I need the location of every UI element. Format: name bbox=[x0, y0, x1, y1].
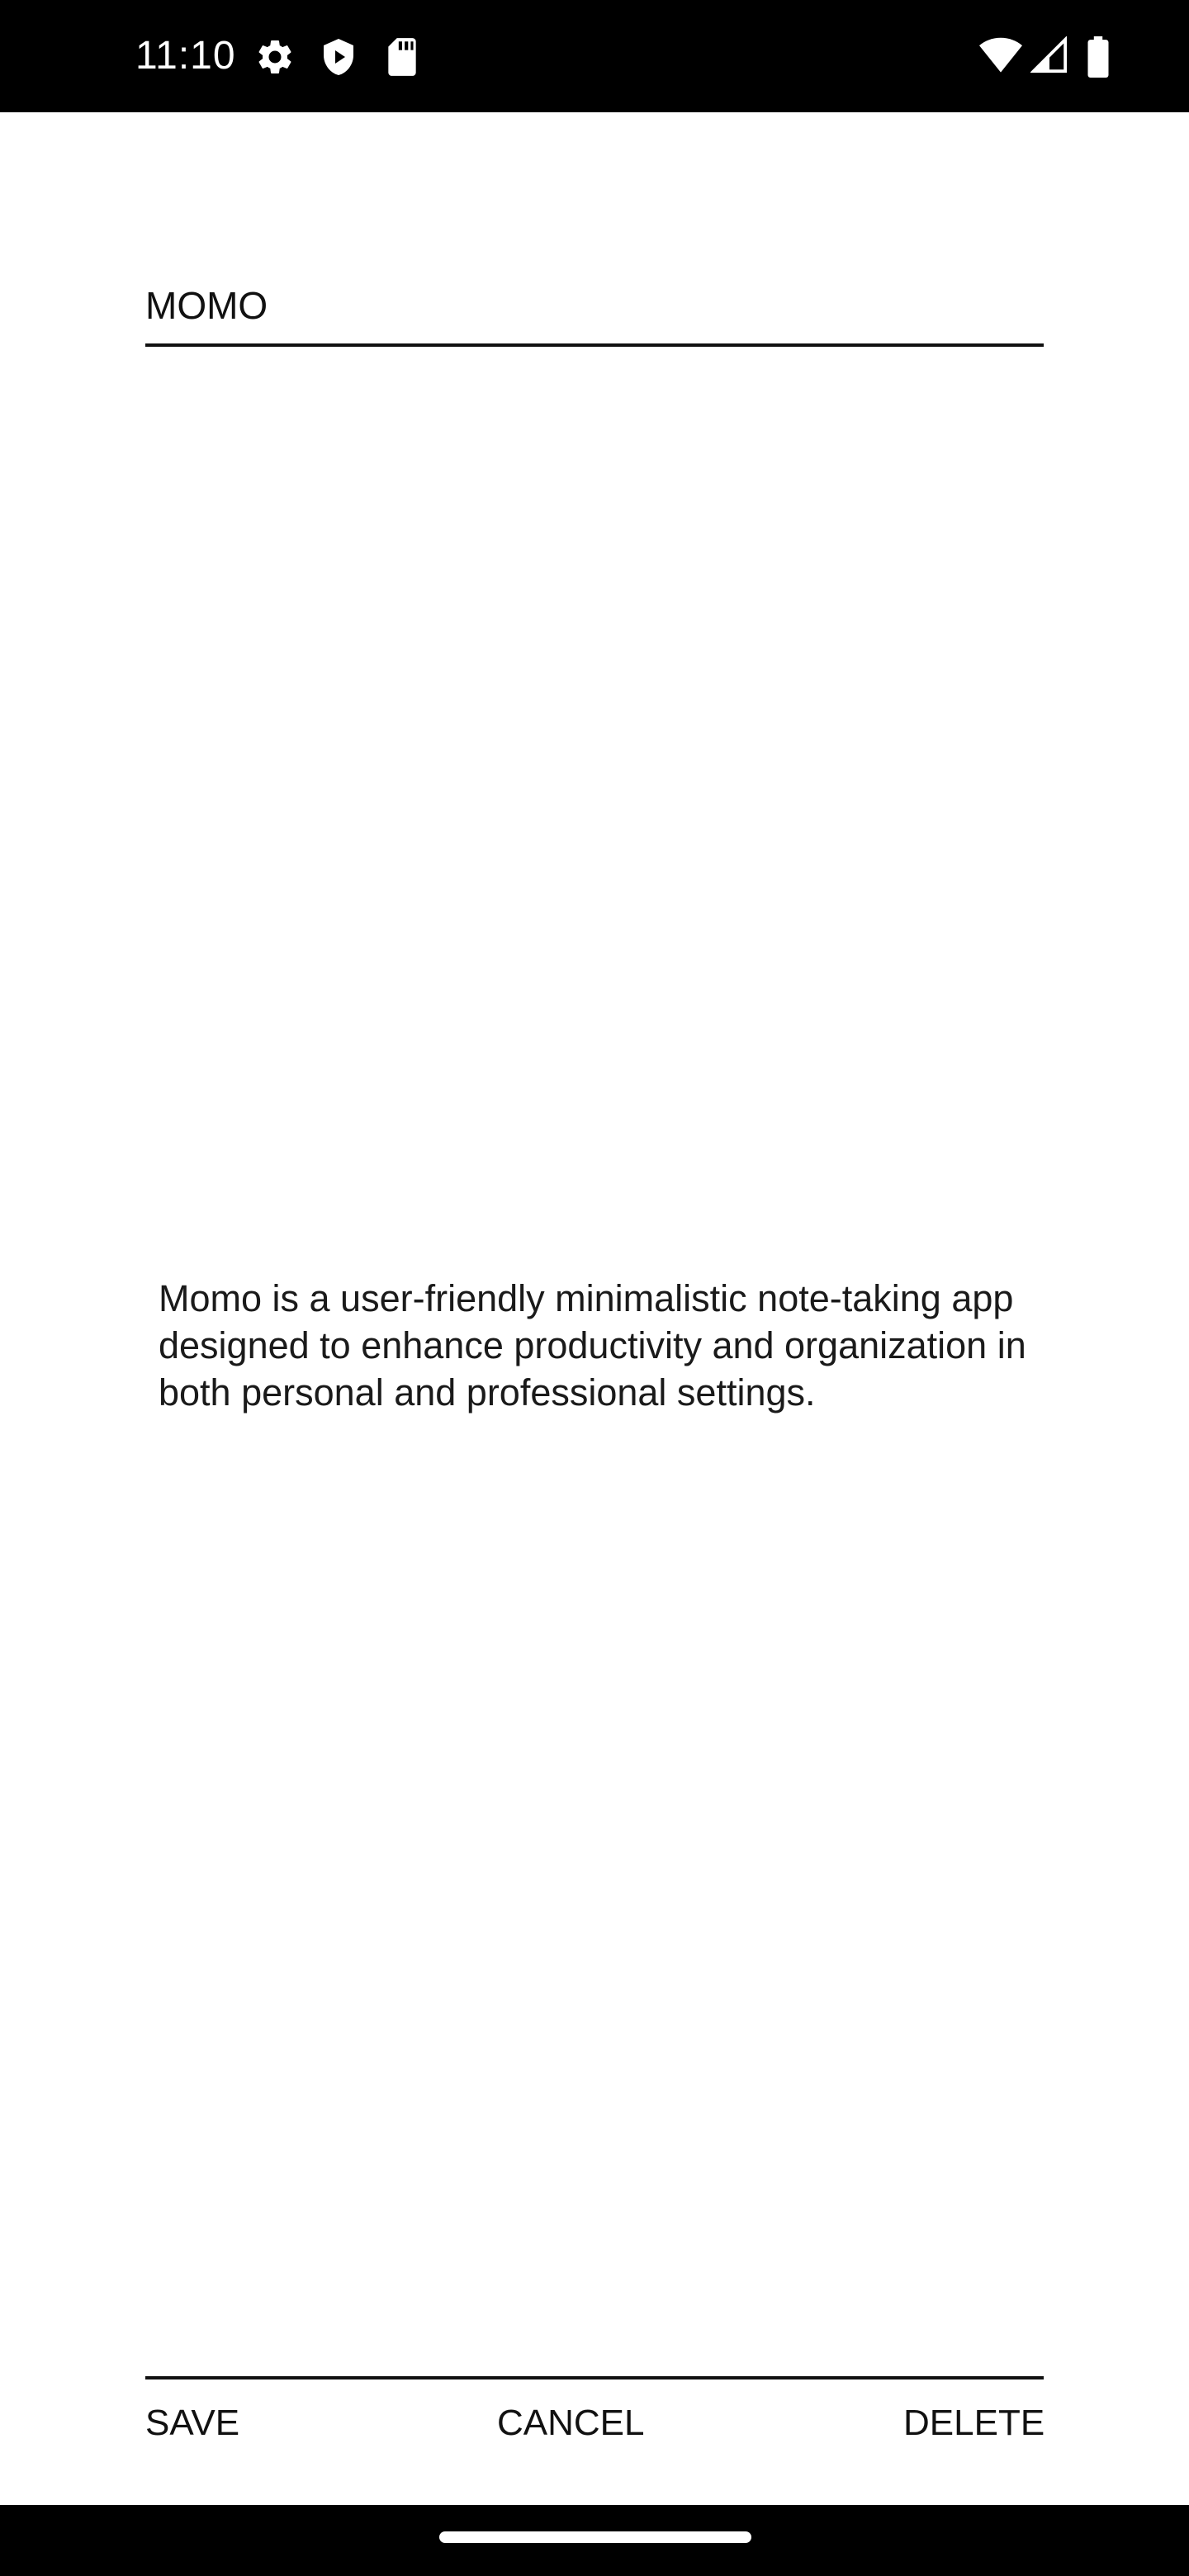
cancel-button[interactable]: CANCEL bbox=[497, 2394, 645, 2452]
home-gesture-handle[interactable] bbox=[439, 2531, 751, 2543]
shield-play-icon bbox=[319, 36, 358, 78]
navigation-bar bbox=[0, 2505, 1189, 2576]
note-title-field[interactable]: MOMO bbox=[145, 269, 1044, 347]
note-body-text[interactable]: Momo is a user-friendly minimalistic not… bbox=[159, 1275, 1050, 1416]
battery-icon bbox=[1087, 36, 1110, 78]
sd-card-icon bbox=[385, 36, 419, 78]
save-button[interactable]: SAVE bbox=[145, 2394, 239, 2452]
delete-button[interactable]: DELETE bbox=[903, 2394, 1045, 2452]
gear-icon bbox=[254, 36, 296, 78]
note-title-text[interactable]: MOMO bbox=[145, 281, 268, 330]
wifi-icon bbox=[979, 36, 1022, 74]
signal-icon bbox=[1030, 36, 1068, 74]
status-time: 11:10 bbox=[135, 34, 236, 78]
status-bar: 11:10 bbox=[0, 0, 1189, 112]
actions-divider bbox=[145, 2376, 1044, 2379]
